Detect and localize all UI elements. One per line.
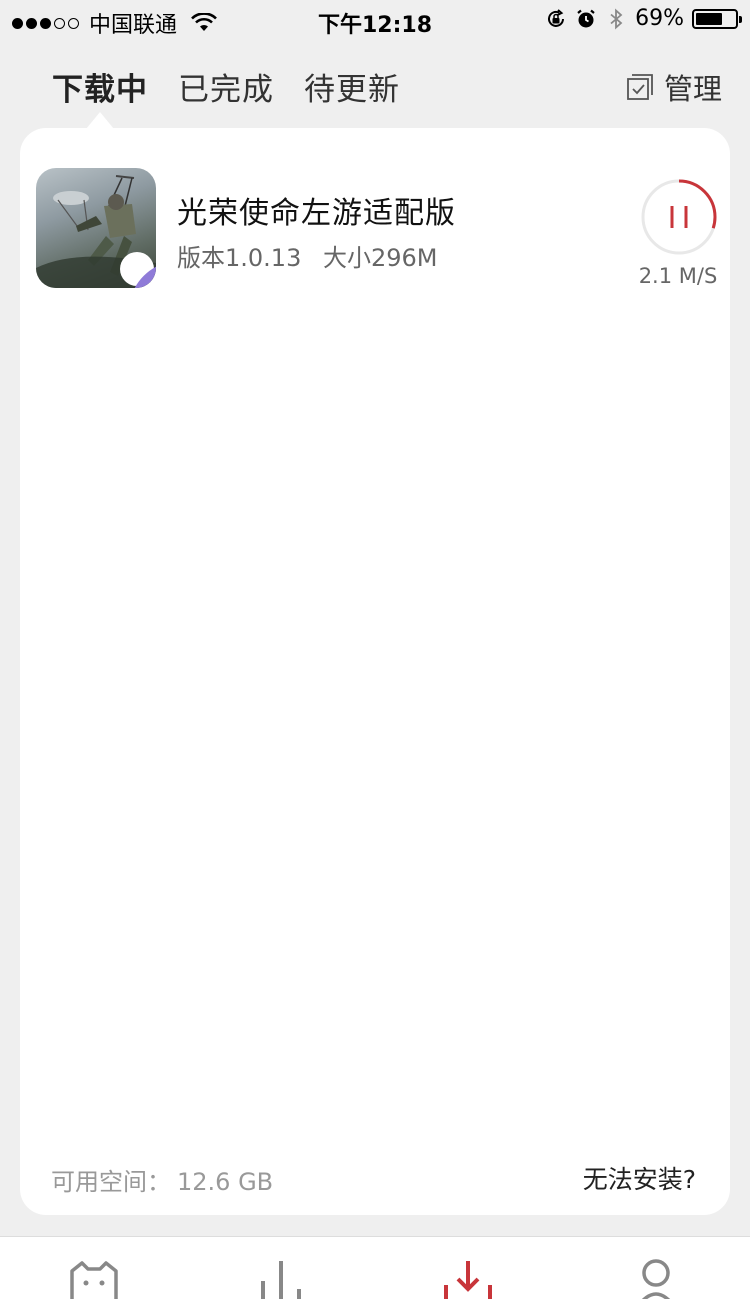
carrier-name: 中国联通 — [89, 13, 178, 38]
app-size: 大小296M — [322, 244, 438, 272]
app-name: 光荣使命左游适配版 — [177, 196, 456, 231]
person-icon — [642, 1259, 670, 1299]
status-bar: 中国联通 下午12:18 69% — [0, 0, 750, 40]
bottom-nav — [0, 1236, 750, 1299]
install-help-link[interactable]: 无法安装? — [583, 1160, 696, 1196]
download-tabs: 下载中 已完成 待更新 — [52, 64, 400, 109]
battery-icon — [692, 8, 742, 29]
available-space-label: 可用空间： — [51, 1168, 171, 1196]
checkbox-icon — [627, 74, 653, 100]
signal-strength-icon — [12, 17, 79, 29]
alarm-icon — [577, 9, 595, 27]
battery-percent: 69% — [635, 6, 684, 31]
app-meta: 版本1.0.13 大小296M — [177, 238, 438, 273]
nav-profile[interactable] — [628, 1259, 684, 1299]
tab-indicator — [86, 112, 114, 129]
download-item[interactable]: 光荣使命左游适配版 版本1.0.13 大小296M 2.1 M/S — [36, 168, 718, 288]
download-list-card: 光荣使命左游适配版 版本1.0.13 大小296M 2.1 M/S 可用空间： 1… — [20, 128, 730, 1215]
game-icon — [36, 168, 156, 288]
pause-button[interactable] — [640, 178, 718, 256]
manage-button[interactable]: 管理 — [626, 66, 722, 108]
wifi-icon — [191, 13, 217, 31]
status-left: 中国联通 — [12, 7, 217, 39]
nav-download[interactable] — [440, 1259, 496, 1299]
bluetooth-icon — [610, 7, 623, 30]
bar-chart-icon — [261, 1261, 301, 1299]
app-badge-icon — [120, 252, 156, 288]
download-speed: 2.1 M/S — [638, 264, 718, 288]
nav-ranking[interactable] — [253, 1259, 309, 1299]
status-right: 69% — [545, 6, 742, 31]
tab-pending-update[interactable]: 待更新 — [304, 64, 400, 109]
app-version: 版本1.0.13 — [177, 244, 302, 272]
tab-downloading[interactable]: 下载中 — [52, 64, 148, 109]
manage-label: 管理 — [663, 72, 722, 106]
battery-level — [696, 12, 723, 25]
available-space-value: 12.6 GB — [177, 1168, 274, 1196]
download-icon — [444, 1261, 492, 1299]
nav-home[interactable] — [66, 1259, 122, 1299]
rotation-lock-icon — [548, 8, 565, 27]
available-space: 可用空间： 12.6 GB — [51, 1162, 273, 1197]
tab-completed[interactable]: 已完成 — [178, 64, 274, 109]
cat-face-icon — [70, 1261, 118, 1299]
